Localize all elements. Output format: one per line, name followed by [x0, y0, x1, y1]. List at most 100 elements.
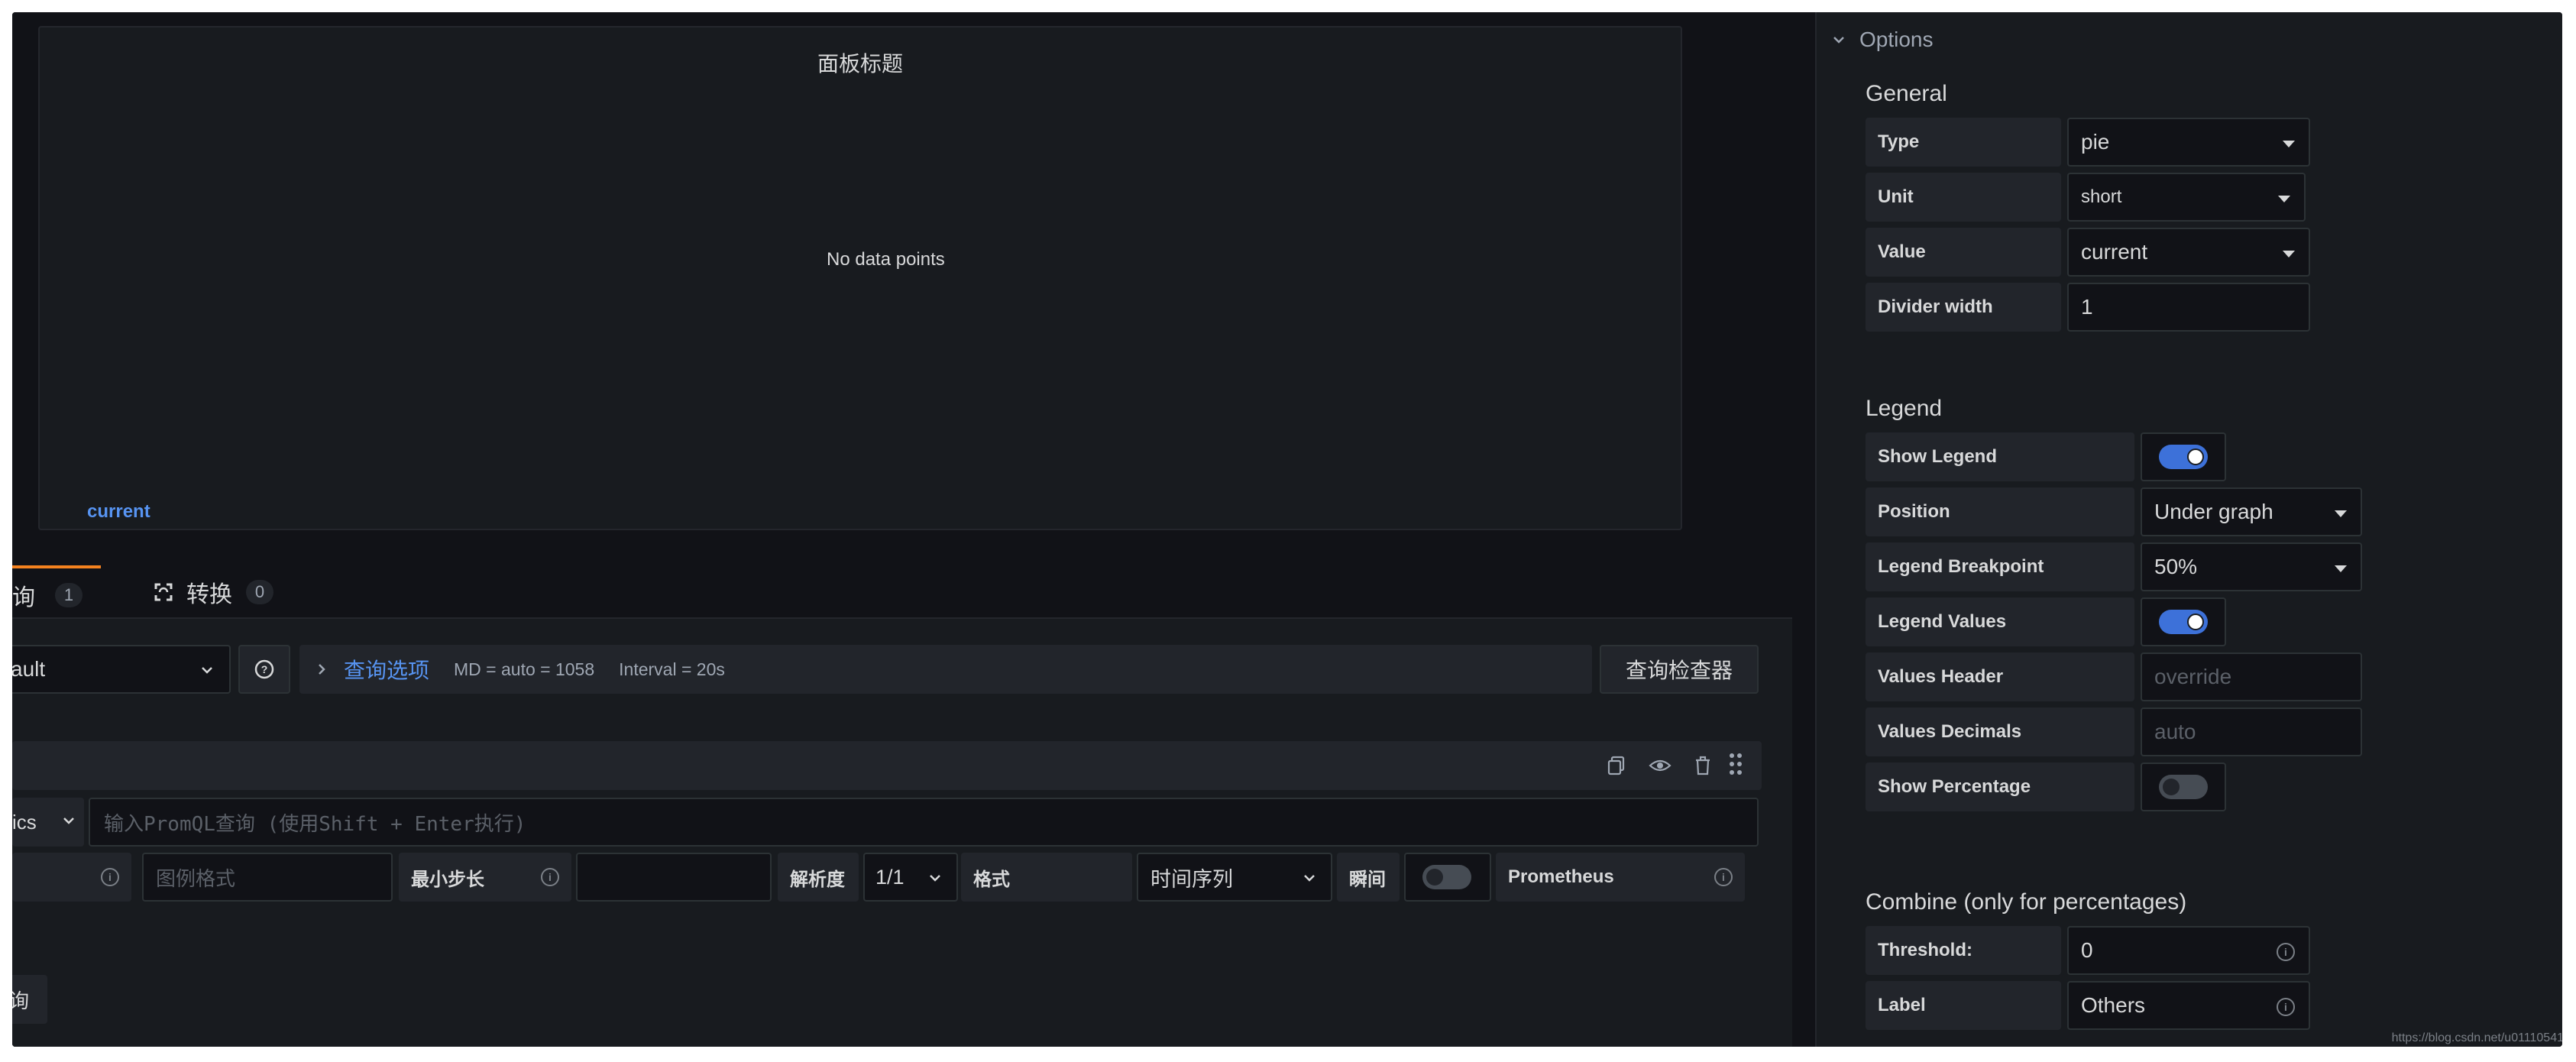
instant-toggle-wrap — [1404, 853, 1491, 902]
show-legend-label: Show Legend — [1866, 432, 2134, 481]
chevron-right-icon — [319, 664, 325, 675]
chevron-down-icon — [63, 818, 74, 824]
no-data-message: No data points — [827, 249, 945, 270]
threshold-input[interactable]: 0 i — [2067, 926, 2310, 975]
legend-values-toggle[interactable] — [2159, 610, 2208, 634]
query-inspector-button[interactable]: 查询检查器 — [1600, 645, 1759, 694]
values-decimals-placeholder: auto — [2154, 720, 2196, 743]
values-header-input[interactable]: override — [2141, 652, 2362, 701]
legend-values-label: Legend Values — [1866, 597, 2134, 646]
options-header-label: Options — [1859, 28, 1934, 51]
unit-value: short — [2081, 186, 2122, 207]
min-step-label-box: 最小步长 i — [399, 853, 571, 902]
tab-query-label: 询 — [12, 585, 35, 610]
add-query-label: 询 — [12, 989, 30, 1012]
datasource-value: ault — [12, 657, 46, 681]
tab-transform[interactable]: 转换 0 — [153, 565, 273, 619]
watermark: https://blog.csdn.net/u01110541 — [2391, 1031, 2562, 1044]
caret-down-icon — [2335, 510, 2347, 517]
trash-icon[interactable] — [1693, 755, 1713, 776]
chevron-down-icon — [1833, 37, 1844, 44]
panel-title[interactable]: 面板标题 — [40, 47, 1681, 78]
add-query-button[interactable]: 询 — [12, 975, 47, 1024]
legend-breakpoint-select[interactable]: 50% — [2141, 542, 2362, 591]
legend-breakpoint-label: Legend Breakpoint — [1866, 542, 2134, 591]
show-percentage-label: Show Percentage — [1866, 763, 2134, 811]
tab-query-count: 1 — [55, 583, 83, 607]
metrics-dropdown[interactable]: ics — [12, 798, 84, 847]
options-header[interactable]: Options — [1832, 28, 1934, 52]
min-step-label: 最小步长 — [411, 869, 484, 890]
legend-format-input[interactable]: 图例格式 — [142, 853, 393, 902]
show-percentage-toggle-wrap — [2141, 763, 2226, 811]
unit-select[interactable]: short — [2067, 173, 2306, 222]
question-icon: ? — [254, 659, 274, 679]
general-section-title: General — [1866, 81, 1947, 106]
caret-down-icon — [2283, 251, 2295, 257]
instant-toggle[interactable] — [1422, 865, 1471, 889]
caret-down-icon — [2278, 196, 2290, 202]
value-value: current — [2081, 240, 2148, 264]
show-percentage-toggle[interactable] — [2159, 775, 2208, 799]
info-icon[interactable]: i — [2277, 998, 2295, 1016]
legend-section-title: Legend — [1866, 396, 1943, 421]
format-value: 时间序列 — [1150, 867, 1233, 891]
editor-area: 面板标题 No data points current 询 1 转换 0 aul… — [12, 12, 1815, 1047]
svg-text:?: ? — [261, 663, 268, 675]
app-frame: 面板标题 No data points current 询 1 转换 0 aul… — [12, 12, 2562, 1047]
type-label: Type — [1866, 118, 2061, 167]
max-data-points-info: MD = auto = 1058 — [454, 659, 595, 679]
values-decimals-input[interactable]: auto — [2141, 707, 2362, 756]
query-row-header — [12, 741, 1762, 790]
legend-breakpoint-value: 50% — [2154, 555, 2198, 578]
legend-format-placeholder: 图例格式 — [156, 866, 236, 890]
position-label: Position — [1866, 487, 2134, 536]
unit-label: Unit — [1866, 173, 2061, 222]
promql-input[interactable]: 输入PromQL查询 (使用Shift + Enter执行) — [89, 798, 1759, 847]
combine-section-title: Combine (only for percentages) — [1866, 889, 2187, 915]
instant-label: 瞬间 — [1337, 853, 1400, 902]
divider-width-input[interactable]: 1 — [2067, 283, 2310, 332]
resolution-value: 1/1 — [875, 865, 905, 889]
datasource-select[interactable]: ault — [12, 645, 231, 694]
drag-handle-icon[interactable] — [1728, 752, 1743, 776]
query-area: ault ? 查询选项 MD = auto = 1058 Interval = … — [12, 617, 1792, 1047]
eye-icon[interactable] — [1649, 755, 1671, 776]
info-icon[interactable]: i — [2277, 943, 2295, 961]
info-icon[interactable]: i — [1714, 868, 1733, 886]
show-legend-toggle-wrap — [2141, 432, 2226, 481]
info-icon[interactable]: i — [101, 868, 119, 886]
value-label: Value — [1866, 228, 2061, 277]
query-options-label[interactable]: 查询选项 — [344, 654, 429, 685]
query-options-bar[interactable]: 查询选项 MD = auto = 1058 Interval = 20s — [299, 645, 1592, 694]
duplicate-icon[interactable] — [1606, 755, 1627, 776]
combine-label-input[interactable]: Others i — [2067, 981, 2310, 1030]
help-button[interactable]: ? — [238, 645, 290, 694]
caret-down-icon — [2283, 141, 2295, 147]
resolution-label: 解析度 — [778, 853, 859, 902]
format-select[interactable]: 时间序列 — [1137, 853, 1332, 902]
combine-label-label: Label — [1866, 981, 2061, 1030]
format-label: 格式 — [961, 853, 1132, 902]
type-select[interactable]: pie — [2067, 118, 2310, 167]
legend-item-current[interactable]: current — [87, 501, 150, 523]
prometheus-label: Prometheus — [1508, 866, 1614, 887]
values-header-label: Values Header — [1866, 652, 2134, 701]
legend-values-toggle-wrap — [2141, 597, 2226, 646]
info-icon[interactable]: i — [541, 868, 559, 886]
value-select[interactable]: current — [2067, 228, 2310, 277]
interval-info: Interval = 20s — [619, 659, 725, 679]
threshold-value: 0 — [2081, 938, 2093, 962]
threshold-label: Threshold: — [1866, 926, 2061, 975]
chevron-down-icon — [1304, 875, 1315, 882]
panel-preview: 面板标题 No data points current — [38, 26, 1682, 530]
values-header-placeholder: override — [2154, 665, 2232, 688]
divider-width-label: Divider width — [1866, 283, 2061, 332]
show-legend-toggle[interactable] — [2159, 445, 2208, 469]
resolution-select[interactable]: 1/1 — [863, 853, 958, 902]
chevron-down-icon — [930, 875, 940, 882]
tab-query[interactable]: 询 1 — [12, 565, 101, 622]
min-step-input[interactable] — [576, 853, 772, 902]
type-value: pie — [2081, 130, 2110, 154]
position-select[interactable]: Under graph — [2141, 487, 2362, 536]
